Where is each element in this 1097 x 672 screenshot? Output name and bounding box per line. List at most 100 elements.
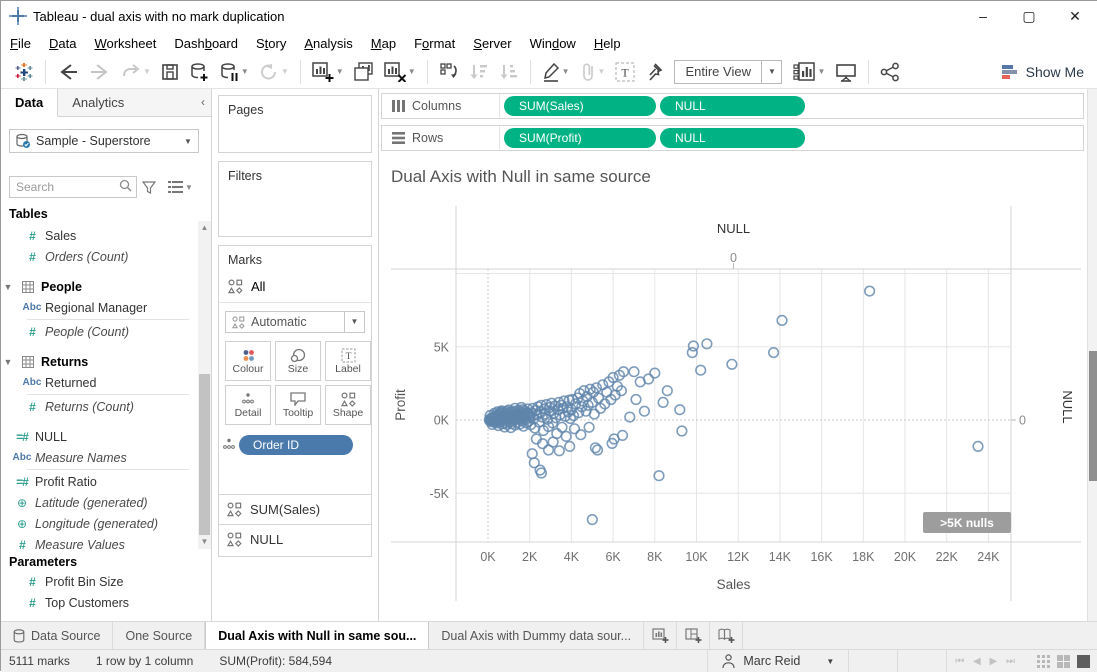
text-annotation-button[interactable]: T (610, 58, 640, 86)
columns-pill-sum-sales-[interactable]: SUM(Sales) (504, 96, 656, 116)
save-button[interactable] (156, 59, 184, 85)
field-profit-bin-size[interactable]: #Profit Bin Size (1, 571, 197, 592)
columns-pill-null[interactable]: NULL (660, 96, 805, 116)
data-point[interactable] (654, 471, 664, 481)
show-filmstrip-icon[interactable] (1057, 655, 1070, 668)
show-me-button[interactable]: Show Me (1002, 64, 1084, 80)
rows-pill-sum-profit-[interactable]: SUM(Profit) (504, 128, 656, 148)
duplicate-sheet-button[interactable] (349, 58, 379, 86)
pages-shelf[interactable]: Pages (218, 95, 372, 153)
tableau-home-icon[interactable] (9, 58, 39, 86)
field-orders-count-[interactable]: #Orders (Count) (1, 246, 197, 267)
data-point[interactable] (663, 386, 673, 396)
new-dashboard-tab-button[interactable] (677, 622, 710, 649)
data-point[interactable] (658, 398, 668, 408)
field-returns[interactable]: ▼Returns (1, 351, 197, 372)
data-point[interactable] (557, 423, 567, 433)
tooltip-button[interactable]: Tooltip (275, 385, 321, 425)
pill-order-id[interactable]: Order ID (239, 435, 353, 455)
data-point[interactable] (576, 430, 586, 440)
field-longitude-generated-[interactable]: ⊕Longitude (generated) (1, 513, 197, 534)
view-options-icon[interactable]: ▼ (168, 181, 193, 193)
mark-type-caret-icon[interactable]: ▼ (344, 312, 364, 332)
menu-help[interactable]: Help (585, 33, 630, 54)
data-point[interactable] (527, 449, 537, 459)
new-worksheet-button[interactable]: ▼ (307, 58, 349, 86)
data-point[interactable] (677, 426, 687, 436)
label-button[interactable]: TLabel (325, 341, 371, 381)
menu-dashboard[interactable]: Dashboard (165, 33, 247, 54)
data-point[interactable] (629, 367, 639, 377)
swap-rows-columns-button[interactable] (434, 58, 464, 86)
fit-mode-select[interactable]: Entire View ▼ (674, 60, 782, 84)
tab-analytics[interactable]: Analytics (58, 89, 138, 116)
show-mark-labels-button[interactable]: ▼ (788, 58, 830, 86)
sheet-tab-one-source[interactable]: One Source (113, 622, 205, 649)
chevron-down-icon[interactable]: ▼ (1, 357, 15, 367)
datasource-selector[interactable]: Sample - Superstore ▼ (9, 129, 199, 153)
data-point[interactable] (588, 515, 598, 525)
show-sheet-icon[interactable] (1077, 655, 1090, 668)
field-profit-ratio[interactable]: =#Profit Ratio (1, 471, 197, 492)
sort-ascending-button[interactable] (464, 59, 494, 85)
data-point[interactable] (640, 406, 650, 416)
field-top-customers[interactable]: #Top Customers (1, 592, 197, 613)
minimize-button[interactable]: – (960, 1, 1006, 31)
pause-updates-button[interactable]: ▼ (214, 58, 254, 86)
menu-server[interactable]: Server (464, 33, 520, 54)
highlight-button[interactable]: ▼ (537, 58, 575, 86)
columns-shelf[interactable]: Columns SUM(Sales)NULL (381, 93, 1084, 119)
menu-worksheet[interactable]: Worksheet (85, 33, 165, 54)
search-input[interactable] (9, 176, 137, 198)
search-icon[interactable] (119, 179, 132, 195)
scrollbar-thumb[interactable] (199, 374, 210, 535)
presentation-mode-button[interactable] (830, 58, 862, 86)
menu-format[interactable]: Format (405, 33, 464, 54)
detail-button[interactable]: Detail (225, 385, 271, 425)
field-null[interactable]: =#NULL (1, 426, 197, 447)
data-point[interactable] (590, 409, 600, 419)
sort-descending-button[interactable] (494, 59, 524, 85)
data-point[interactable] (644, 374, 654, 384)
data-point[interactable] (561, 432, 571, 442)
field-returned[interactable]: AbcReturned (1, 372, 197, 393)
scroll-down-icon[interactable]: ▼ (198, 535, 211, 549)
data-point[interactable] (548, 437, 558, 447)
field-regional-manager[interactable]: AbcRegional Manager (1, 297, 197, 318)
menu-file[interactable]: File (1, 33, 40, 54)
filters-shelf[interactable]: Filters (218, 161, 372, 237)
mark-type-select[interactable]: Automatic ▼ (225, 311, 365, 333)
sheet-nav-controls[interactable]: ⏮ ◀ ▶ ⏭ (947, 656, 1026, 667)
menu-window[interactable]: Window (521, 33, 585, 54)
size-button[interactable]: Size (275, 341, 321, 381)
rows-shelf[interactable]: Rows SUM(Profit)NULL (381, 125, 1084, 151)
sheet-tab-dual-axis-with-dummy-data-sour[interactable]: Dual Axis with Dummy data sour... (429, 622, 644, 649)
field-returns-count-[interactable]: #Returns (Count) (1, 396, 197, 417)
data-point[interactable] (631, 395, 641, 405)
new-story-tab-button[interactable] (710, 622, 743, 649)
data-point[interactable] (593, 445, 603, 455)
view-scrollbar[interactable] (1087, 89, 1097, 621)
data-point[interactable] (584, 423, 594, 433)
sheet-tab-dual-axis-with-null-in-same-sou[interactable]: Dual Axis with Null in same sou... (205, 622, 429, 649)
menu-map[interactable]: Map (362, 33, 405, 54)
collapse-pane-icon[interactable]: ‹ (201, 95, 205, 109)
mark-card-sum-sales[interactable]: SUM(Sales) (219, 494, 371, 523)
rows-pill-null[interactable]: NULL (660, 128, 805, 148)
scatter-chart[interactable]: NULL05K0K-5KProfit0K2K4K6K8K10K12K14K16K… (379, 189, 1087, 621)
scroll-up-icon[interactable]: ▲ (198, 221, 211, 235)
datasource-caret-icon[interactable]: ▼ (178, 137, 198, 146)
data-point[interactable] (675, 405, 685, 415)
data-point[interactable] (696, 365, 706, 375)
show-tabs-icon[interactable] (1037, 655, 1050, 668)
share-button[interactable] (875, 58, 905, 86)
shape-button[interactable]: Shape (325, 385, 371, 425)
data-point[interactable] (727, 360, 737, 370)
colour-button[interactable]: Colour (225, 341, 271, 381)
field-measure-names[interactable]: AbcMeasure Names (1, 447, 197, 468)
data-point[interactable] (865, 286, 875, 296)
redo-button[interactable]: ▼ (116, 60, 156, 84)
tab-data[interactable]: Data (1, 89, 58, 117)
data-point[interactable] (769, 348, 779, 358)
field-list-scrollbar[interactable]: ▲ ▼ (198, 221, 211, 549)
